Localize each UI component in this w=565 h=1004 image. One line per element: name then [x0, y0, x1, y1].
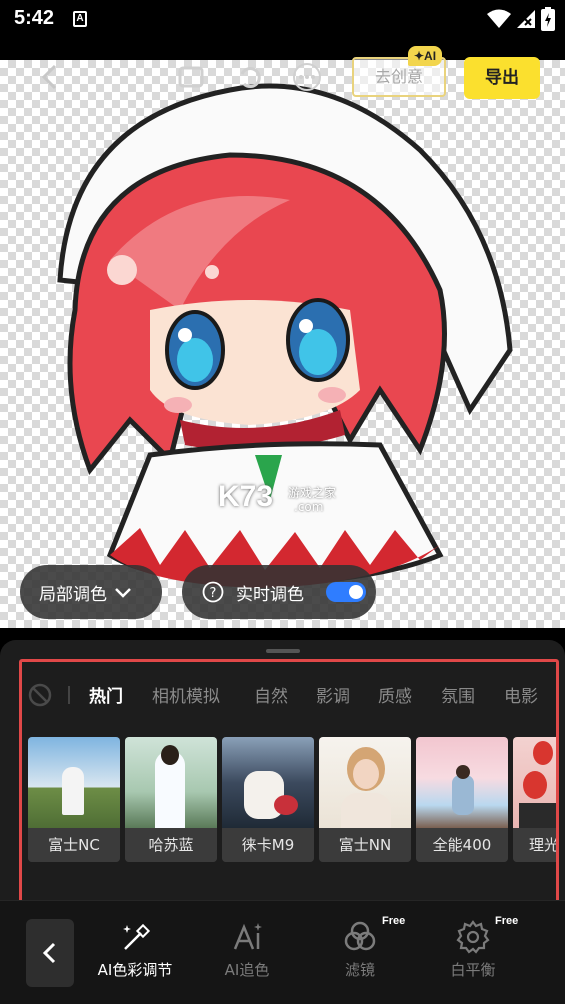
status-bar: 5:42 A — [0, 0, 565, 40]
magic-wand-icon — [123, 923, 151, 950]
ai-match-icon — [233, 923, 262, 950]
nav-ai-color-match[interactable]: AI追色 — [191, 919, 303, 980]
character-image — [57, 83, 513, 588]
ai-badge: ✦AI — [408, 46, 443, 66]
back-arrow-icon[interactable] — [36, 62, 66, 92]
chevron-down-icon — [115, 588, 131, 598]
realtime-color-label: 实时调色 — [236, 584, 304, 605]
filter-circles-icon — [344, 921, 376, 951]
nav-ai-color-adjust[interactable]: AI色彩调节 — [79, 919, 191, 980]
undo-icon[interactable] — [234, 62, 264, 92]
nav-white-balance[interactable]: Free 白平衡 — [417, 915, 529, 980]
nav-label: AI色彩调节 — [97, 961, 173, 979]
watermark-main: K73 — [218, 480, 274, 513]
watermark-domain: .com — [294, 500, 324, 514]
bottom-nav: AI色彩调节 AI追色 Free 滤镜 Free 白平衡 — [0, 900, 565, 1004]
status-icons — [487, 6, 555, 32]
nav-label: AI追色 — [224, 961, 270, 979]
help-icon[interactable]: ? — [202, 581, 224, 603]
local-color-label: 局部调色 — [39, 584, 107, 605]
realtime-color-toggle[interactable] — [326, 582, 366, 602]
signal-icon — [517, 10, 535, 28]
status-time: 5:42 — [14, 7, 55, 29]
more-options-icon[interactable] — [292, 62, 322, 92]
nav-back-button[interactable] — [26, 919, 74, 987]
selection-highlight — [19, 659, 559, 913]
nav-label: 滤镜 — [344, 961, 375, 979]
notification-a-icon: A — [73, 11, 87, 27]
watermark: K73 游戏之家 .com — [218, 480, 336, 514]
svg-text:?: ? — [210, 586, 217, 601]
top-toolbar: 去创意 ✦AI 导出 — [0, 46, 565, 104]
local-color-dropdown[interactable]: 局部调色 — [20, 565, 162, 619]
battery-icon — [541, 7, 555, 31]
free-tag: Free — [495, 915, 519, 927]
chevron-left-icon — [42, 942, 56, 964]
realtime-color-control: ? 实时调色 — [182, 565, 376, 619]
compare-icon[interactable] — [176, 62, 206, 92]
nav-label: 白平衡 — [450, 961, 496, 979]
drag-handle[interactable] — [266, 649, 300, 653]
photo-canvas[interactable]: K73 游戏之家 .com — [0, 60, 565, 628]
wifi-icon — [487, 9, 511, 28]
gear-icon — [456, 920, 490, 954]
nav-filter[interactable]: Free 滤镜 — [304, 915, 416, 980]
free-tag: Free — [382, 915, 406, 927]
toggle-knob — [349, 585, 363, 599]
export-button[interactable]: 导出 — [464, 57, 540, 99]
watermark-sub: 游戏之家 — [288, 486, 337, 500]
